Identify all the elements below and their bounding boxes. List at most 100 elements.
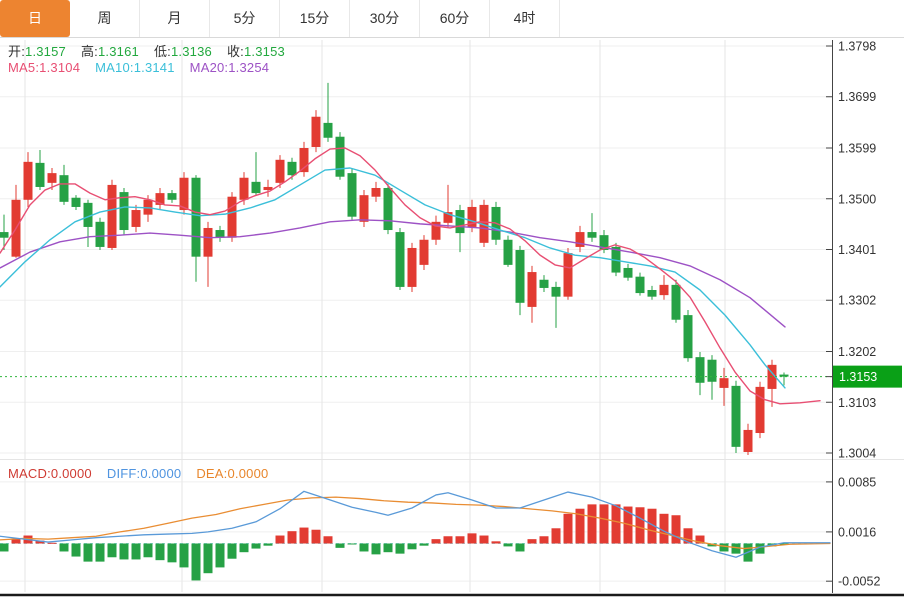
readout-value: 0.0000	[51, 466, 92, 481]
ohlc-row-item: 低:1.3136	[154, 41, 212, 60]
candle-body	[624, 268, 633, 278]
tab-timeframe-3[interactable]: 5分	[210, 0, 280, 37]
dea-line	[0, 497, 830, 548]
macd-bar	[72, 544, 81, 557]
candle-body	[684, 315, 693, 358]
ma-row-item: MA10:1.3141	[95, 60, 175, 75]
macd-bar	[360, 544, 369, 552]
readout-label: 低:	[154, 44, 171, 59]
candle-body	[648, 290, 657, 297]
readout-label: MA20:	[190, 60, 229, 75]
tab-timeframe-6[interactable]: 60分	[420, 0, 490, 37]
candle-body	[372, 188, 381, 197]
macd-bar	[144, 544, 153, 558]
macd-bar	[480, 536, 489, 544]
macd-row-item: DIFF:0.0000	[107, 466, 181, 481]
macd-bar	[228, 544, 237, 559]
ma20-line	[0, 220, 785, 327]
ohlc-row-item: 高:1.3161	[81, 41, 139, 60]
ma-row-item: MA5:1.3104	[8, 60, 80, 75]
chart-canvas[interactable]: 1.37981.36991.35991.35001.34011.33021.32…	[0, 0, 904, 597]
candle-body	[96, 222, 105, 247]
price-tick-label: 1.3302	[838, 294, 876, 308]
macd-bar	[552, 528, 561, 543]
candle-body	[228, 197, 237, 238]
candle-body	[204, 228, 213, 257]
candle-body	[240, 178, 249, 200]
candle-body	[192, 178, 201, 257]
candle-body	[516, 250, 525, 303]
candle-body	[60, 175, 69, 202]
macd-bar	[276, 536, 285, 544]
price-tick-label: 1.3798	[838, 40, 876, 54]
macd-bar	[288, 531, 297, 543]
candle-body	[180, 178, 189, 210]
timeframe-tab-bar: 日周月5分15分30分60分4时	[0, 0, 904, 38]
macd-bar	[660, 514, 669, 544]
candle-body	[252, 182, 261, 193]
candle-body	[732, 386, 741, 447]
tab-timeframe-5[interactable]: 30分	[350, 0, 420, 37]
readout-value: 1.3141	[134, 60, 175, 75]
macd-bar	[252, 544, 261, 549]
macd-bar	[372, 544, 381, 555]
macd-bar	[408, 544, 417, 550]
candle-body	[72, 198, 81, 207]
candle-body	[360, 195, 369, 222]
macd-readout-row: MACD:0.0000DIFF:0.0000DEA:0.0000	[8, 466, 268, 481]
tab-timeframe-0[interactable]: 日	[0, 0, 70, 37]
macd-bar	[516, 544, 525, 552]
ma-readout-row: MA5:1.3104 MA10:1.3141 MA20:1.3254	[8, 60, 269, 75]
candle-body	[540, 280, 549, 288]
macd-bar	[396, 544, 405, 554]
ohlc-row-item: 开:1.3157	[8, 41, 66, 60]
macd-row-item: DEA:0.0000	[196, 466, 268, 481]
macd-tick-label: 0.0085	[838, 475, 876, 489]
macd-bar	[300, 528, 309, 544]
macd-bar	[168, 544, 177, 563]
macd-bar	[600, 504, 609, 543]
macd-tick-label: -0.0052	[838, 575, 880, 589]
macd-bar	[240, 544, 249, 553]
macd-bar	[420, 544, 429, 546]
macd-bar	[636, 507, 645, 543]
readout-label: 高:	[81, 44, 98, 59]
candle-body	[672, 285, 681, 320]
ma-row-item: MA20:1.3254	[190, 60, 270, 75]
candle-body	[720, 378, 729, 388]
macd-bar	[12, 539, 21, 543]
candle-body	[108, 185, 117, 248]
tab-timeframe-4[interactable]: 15分	[280, 0, 350, 37]
candle-body	[456, 210, 465, 233]
macd-bar	[120, 544, 129, 560]
macd-bar	[108, 544, 117, 558]
tab-timeframe-1[interactable]: 周	[70, 0, 140, 37]
macd-bar	[156, 544, 165, 561]
candle-body	[744, 430, 753, 452]
macd-bar	[468, 533, 477, 543]
candle-body	[408, 248, 417, 287]
candle-body	[756, 387, 765, 433]
macd-bar	[312, 530, 321, 544]
macd-bar	[504, 544, 513, 547]
candle-body	[564, 253, 573, 297]
macd-bar	[588, 504, 597, 543]
candle-body	[696, 357, 705, 383]
readout-value: 1.3136	[171, 44, 212, 59]
macd-bar	[216, 544, 225, 568]
candle-body	[312, 117, 321, 147]
candle-body	[48, 173, 57, 183]
price-tick-label: 1.3699	[838, 90, 876, 104]
readout-label: DEA:	[196, 466, 227, 481]
tab-timeframe-7[interactable]: 4时	[490, 0, 560, 37]
candle-body	[708, 360, 717, 382]
tab-timeframe-2[interactable]: 月	[140, 0, 210, 37]
macd-bar	[336, 544, 345, 548]
macd-bar	[456, 536, 465, 543]
candle-body	[36, 163, 45, 187]
macd-bar	[60, 544, 69, 552]
readout-value: 1.3157	[25, 44, 66, 59]
readout-value: 1.3161	[98, 44, 139, 59]
readout-label: DIFF:	[107, 466, 141, 481]
price-tick-label: 1.3500	[838, 192, 876, 206]
